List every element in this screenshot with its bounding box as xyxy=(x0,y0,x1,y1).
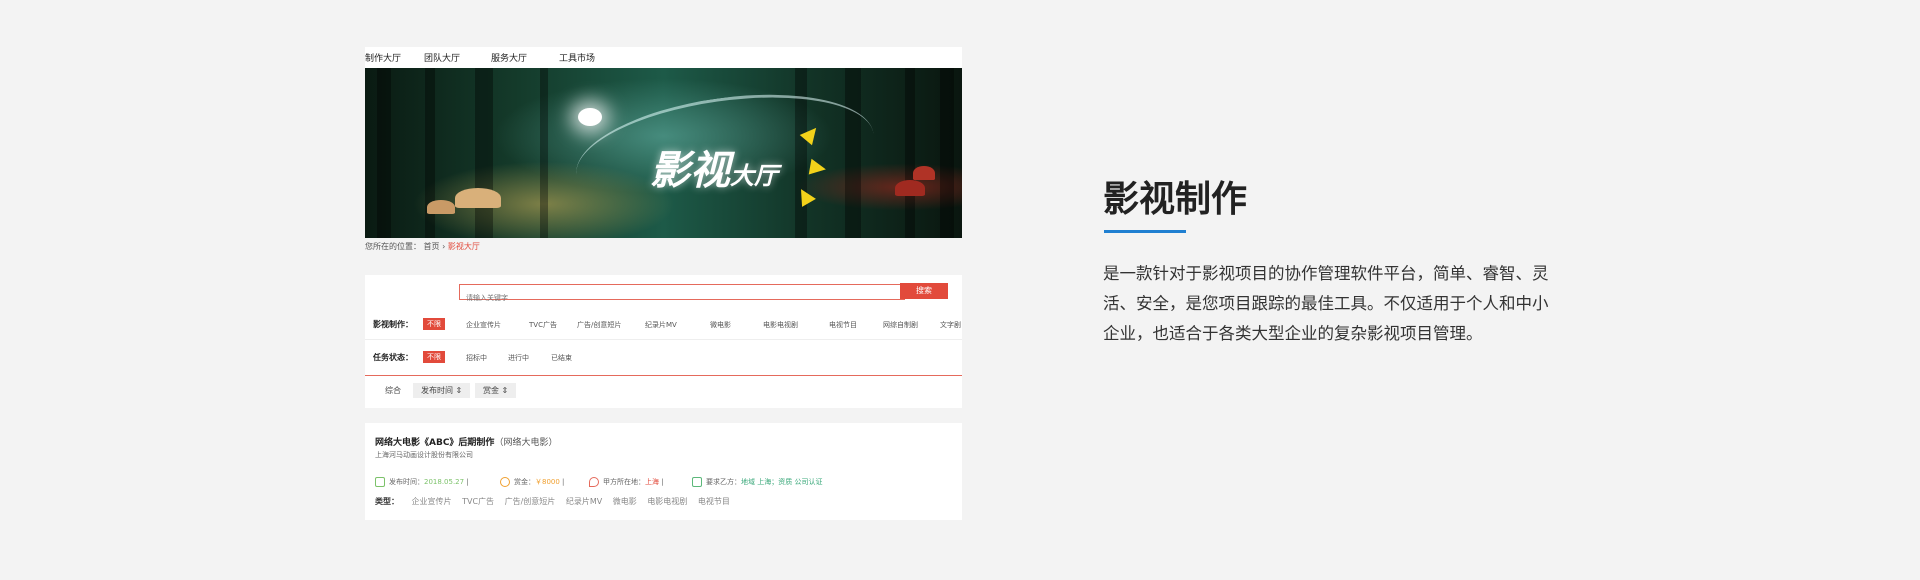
category-option[interactable]: 广告/创意短片 xyxy=(577,320,621,330)
category-option[interactable]: 文字剧 xyxy=(940,320,961,330)
type-tag: TVC广告 xyxy=(462,497,495,506)
status-option[interactable]: 已结束 xyxy=(551,353,572,363)
filter-divider xyxy=(365,375,962,376)
breadcrumb-current: 影视大厅 xyxy=(447,242,480,251)
screenshot-panel: 制作大厅 团队大厅 服务大厅 工具市场 影视大厅 您所在的位置： 首页 › 影视… xyxy=(365,47,962,520)
status-option-selected[interactable]: 不限 xyxy=(423,351,445,363)
status-option[interactable]: 进行中 xyxy=(508,353,529,363)
sort-overall[interactable]: 综合 xyxy=(385,385,401,396)
task-subtitle: （网络大电影） xyxy=(494,438,558,448)
types-label: 类型： xyxy=(375,497,399,506)
top-nav: 制作大厅 团队大厅 服务大厅 工具市场 xyxy=(365,47,962,68)
mushroom-icon xyxy=(913,166,935,180)
type-tag: 广告/创意短片 xyxy=(504,497,556,506)
search-input[interactable] xyxy=(460,291,772,305)
reward-label: 赏金： xyxy=(514,478,535,486)
breadcrumb: 您所在的位置： 首页 › 影视大厅 xyxy=(365,241,480,252)
banner-title-small: 大厅 xyxy=(730,161,778,190)
sort-reward[interactable]: 赏金 ⇕ xyxy=(475,383,517,398)
category-filter-label: 影视制作： xyxy=(373,320,413,329)
banner-title: 影视大厅 xyxy=(650,138,778,196)
type-tag: 电视节目 xyxy=(697,497,730,506)
breadcrumb-separator: › xyxy=(442,242,446,251)
mushroom-icon xyxy=(895,180,925,196)
task-publish-time: 发布时间：2018.05.27 | xyxy=(375,477,469,487)
category-option[interactable]: 电影电视剧 xyxy=(763,320,798,330)
task-card[interactable]: 网络大电影《ABC》后期制作（网络大电影） 上海河马动画设计股份有限公司 发布时… xyxy=(365,423,962,520)
reward-value: ￥8000 xyxy=(535,478,560,486)
sort-bar: 综合 发布时间 ⇕ 赏金 ⇕ xyxy=(365,379,962,401)
task-title-text: 网络大电影《ABC》后期制作 xyxy=(375,438,495,448)
search-button[interactable]: 搜索 xyxy=(900,283,948,299)
mushroom-icon xyxy=(427,200,455,214)
calendar-icon xyxy=(375,477,385,487)
banner-image: 影视大厅 xyxy=(365,68,962,238)
sort-publish-time[interactable]: 发布时间 ⇕ xyxy=(413,383,471,398)
category-option[interactable]: 纪录片MV xyxy=(645,320,677,330)
task-title[interactable]: 网络大电影《ABC》后期制作（网络大电影） xyxy=(375,435,557,448)
row-divider xyxy=(365,339,962,340)
publish-value: 2018.05.27 xyxy=(424,478,465,486)
category-option-selected[interactable]: 不限 xyxy=(423,318,445,330)
category-option[interactable]: 电视节目 xyxy=(829,320,857,330)
type-tag: 电影电视剧 xyxy=(647,497,688,506)
task-types: 类型： 企业宣传片 TVC广告 广告/创意短片 纪录片MV 微电影 电影电视剧 … xyxy=(375,496,738,507)
banner-title-big: 影视 xyxy=(650,147,730,194)
nav-item-service-hall[interactable]: 服务大厅 xyxy=(491,51,527,64)
task-requirements: 要求乙方：地域 上海；资质 公司认证 xyxy=(692,477,822,487)
category-option[interactable]: 微电影 xyxy=(710,320,731,330)
type-tag: 微电影 xyxy=(612,497,637,506)
location-value: 上海 xyxy=(645,478,659,486)
task-reward: 赏金：￥8000 | xyxy=(500,477,564,487)
task-location: 甲方所在地：上海 | xyxy=(589,477,664,487)
type-tag: 企业宣传片 xyxy=(411,497,452,506)
search-box xyxy=(459,284,905,305)
category-option[interactable]: 企业宣传片 xyxy=(466,320,501,330)
category-option[interactable]: TVC广告 xyxy=(529,320,557,330)
task-company: 上海河马动画设计股份有限公司 xyxy=(375,451,473,459)
publish-label: 发布时间： xyxy=(389,478,424,486)
leaf-icon xyxy=(808,158,828,178)
location-pin-icon xyxy=(589,477,599,487)
clipboard-icon xyxy=(692,477,702,487)
section-heading: 影视制作 xyxy=(1103,179,1248,220)
heading-underline xyxy=(1104,230,1186,233)
clock-icon xyxy=(500,477,510,487)
type-tag: 纪录片MV xyxy=(565,497,603,506)
breadcrumb-prefix: 您所在的位置： xyxy=(365,242,421,251)
status-option[interactable]: 招标中 xyxy=(466,353,487,363)
requirements-label: 要求乙方： xyxy=(706,478,741,486)
nav-item-tool-market[interactable]: 工具市场 xyxy=(559,51,595,64)
nav-item-team-hall[interactable]: 团队大厅 xyxy=(424,51,460,64)
nav-item-production-hall[interactable]: 制作大厅 xyxy=(365,51,401,64)
breadcrumb-home[interactable]: 首页 xyxy=(424,242,440,251)
requirements-value: 地域 上海；资质 公司认证 xyxy=(741,478,823,486)
filter-panel: 搜索 影视制作： 不限 企业宣传片 TVC广告 广告/创意短片 纪录片MV 微电… xyxy=(365,275,962,408)
category-option[interactable]: 网综自制剧 xyxy=(883,320,918,330)
mushroom-icon xyxy=(455,188,501,208)
location-label: 甲方所在地： xyxy=(603,478,645,486)
section-description: 是一款针对于影视项目的协作管理软件平台，简单、睿智、灵活、安全，是您项目跟踪的最… xyxy=(1103,264,1549,343)
glowing-light xyxy=(578,108,602,126)
status-filter-label: 任务状态： xyxy=(373,353,413,362)
